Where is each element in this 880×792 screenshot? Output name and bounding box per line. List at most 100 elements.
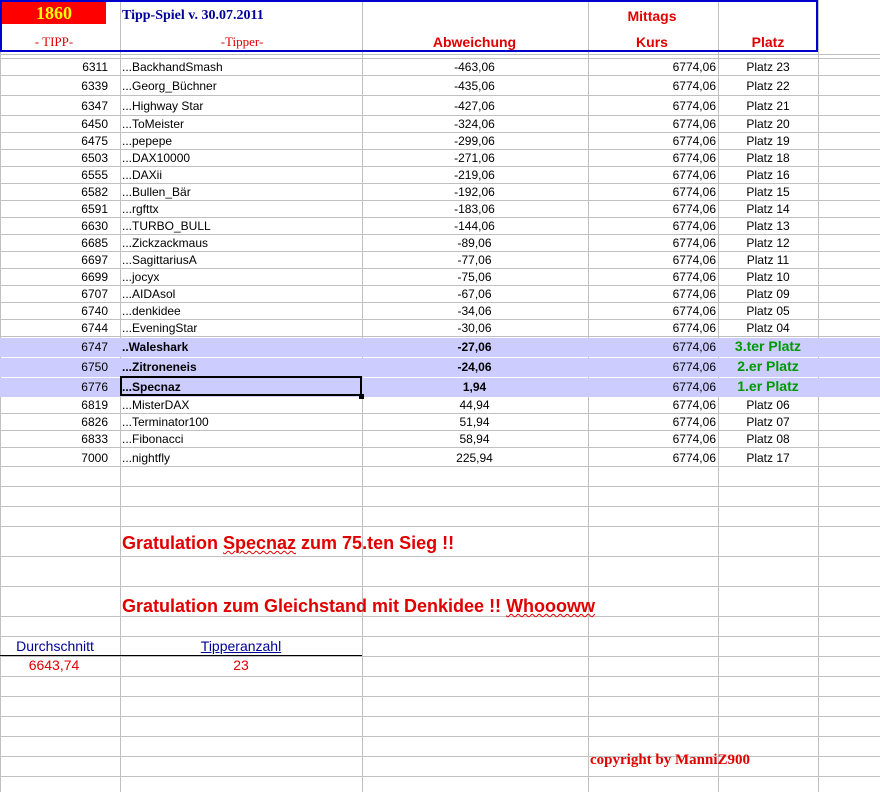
platz-cell[interactable]: 1.er Platz	[718, 378, 818, 394]
tipp-cell[interactable]: 6630	[0, 219, 108, 233]
col-header-tipper[interactable]: -Tipper-	[122, 34, 362, 50]
kurs-cell[interactable]: 6774,06	[588, 99, 716, 113]
tipper-cell[interactable]: ...MisterDAX	[122, 398, 189, 412]
tipp-cell[interactable]: 6347	[0, 99, 108, 113]
kurs-cell[interactable]: 6774,06	[588, 185, 716, 199]
tipper-cell[interactable]: ...Highway Star	[122, 99, 203, 113]
tipp-cell[interactable]: 6744	[0, 321, 108, 335]
tipper-cell[interactable]: ...AIDAsol	[122, 287, 175, 301]
platz-cell[interactable]: Platz 19	[718, 134, 818, 148]
kurs-cell[interactable]: 6774,06	[588, 321, 716, 335]
platz-cell[interactable]: 3.ter Platz	[718, 338, 818, 354]
col-header-abweichung[interactable]: Abweichung	[362, 34, 587, 50]
kurs-cell[interactable]: 6774,06	[588, 360, 716, 374]
tipper-cell[interactable]: ...DAX10000	[122, 151, 190, 165]
tipp-cell[interactable]: 6707	[0, 287, 108, 301]
tipp-cell[interactable]: 6776	[0, 380, 108, 394]
kurs-cell[interactable]: 6774,06	[588, 134, 716, 148]
tipp-cell[interactable]: 7000	[0, 451, 108, 465]
tipp-cell[interactable]: 6740	[0, 304, 108, 318]
abweichung-cell[interactable]: -183,06	[362, 202, 587, 216]
abweichung-cell[interactable]: -271,06	[362, 151, 587, 165]
abweichung-cell[interactable]: -24,06	[362, 360, 587, 374]
kurs-cell[interactable]: 6774,06	[588, 380, 716, 394]
kurs-cell[interactable]: 6774,06	[588, 340, 716, 354]
abweichung-cell[interactable]: 225,94	[362, 451, 587, 465]
table-row[interactable]: 6699 ...jocyx -75,06 6774,06 Platz 10	[0, 268, 880, 285]
congrats-message-1[interactable]: Gratulation Specnaz zum 75.ten Sieg !!	[122, 533, 454, 554]
platz-cell[interactable]: Platz 16	[718, 168, 818, 182]
tipp-cell[interactable]: 6582	[0, 185, 108, 199]
tipper-cell[interactable]: ...nightfly	[122, 451, 170, 465]
tipp-cell[interactable]: 6311	[0, 60, 108, 74]
abweichung-cell[interactable]: 51,94	[362, 415, 587, 429]
tipper-cell[interactable]: ...SagittariusA	[122, 253, 197, 267]
tipper-count-value[interactable]: 23	[122, 657, 360, 673]
kurs-cell[interactable]: 6774,06	[588, 219, 716, 233]
abweichung-cell[interactable]: -144,06	[362, 219, 587, 233]
spreadsheet[interactable]: 1860 Tipp-Spiel v. 30.07.2011 Mittags - …	[0, 0, 880, 792]
sheet-title[interactable]: Tipp-Spiel v. 30.07.2011	[122, 8, 264, 24]
kurs-cell[interactable]: 6774,06	[588, 287, 716, 301]
tipper-cell[interactable]: ...BackhandSmash	[122, 60, 223, 74]
kurs-cell[interactable]: 6774,06	[588, 168, 716, 182]
table-row[interactable]: 6339 ...Georg_Büchner -435,06 6774,06 Platz …	[0, 77, 880, 94]
kurs-cell[interactable]: 6774,06	[588, 117, 716, 131]
tipp-cell[interactable]: 6685	[0, 236, 108, 250]
average-label[interactable]: Durchschnitt	[0, 638, 110, 654]
table-row[interactable]: 6347 ...Highway Star -427,06 6774,06 Platz 2…	[0, 97, 880, 114]
copyright-note[interactable]: copyright by ManniZ900	[590, 752, 750, 769]
abweichung-cell[interactable]: -30,06	[362, 321, 587, 335]
tipper-cell[interactable]: ...EveningStar	[122, 321, 197, 335]
kurs-cell[interactable]: 6774,06	[588, 451, 716, 465]
tipp-cell[interactable]: 6819	[0, 398, 108, 412]
kurs-cell[interactable]: 6774,06	[588, 79, 716, 93]
table-row[interactable]: 6450 ...ToMeister -324,06 6774,06 Platz 20	[0, 115, 880, 132]
platz-cell[interactable]: Platz 09	[718, 287, 818, 301]
platz-cell[interactable]: Platz 10	[718, 270, 818, 284]
tipper-cell[interactable]: ...rgfttx	[122, 202, 159, 216]
abweichung-cell[interactable]: -75,06	[362, 270, 587, 284]
abweichung-cell[interactable]: -463,06	[362, 60, 587, 74]
fill-handle[interactable]	[359, 394, 364, 399]
kurs-cell[interactable]: 6774,06	[588, 304, 716, 318]
table-row[interactable]: 7000 ...nightfly 225,94 6774,06 Platz 17	[0, 449, 880, 466]
table-row[interactable]: 6503 ...DAX10000 -271,06 6774,06 Platz 18	[0, 149, 880, 166]
tipper-cell[interactable]: ...ToMeister	[122, 117, 184, 131]
tipper-cell[interactable]: ...Zitroneneis	[122, 360, 197, 374]
kurs-cell[interactable]: 6774,06	[588, 270, 716, 284]
table-row[interactable]: 6630 ...TURBO_BULL -144,06 6774,06 Platz 13	[0, 217, 880, 234]
tipp-cell[interactable]: 6699	[0, 270, 108, 284]
tipp-cell[interactable]: 6339	[0, 79, 108, 93]
tipper-cell[interactable]: ...DAXii	[122, 168, 162, 182]
tipper-cell[interactable]: ...jocyx	[122, 270, 159, 284]
abweichung-cell[interactable]: 1,94	[362, 380, 587, 394]
kurs-cell[interactable]: 6774,06	[588, 432, 716, 446]
tipper-cell[interactable]: ..Waleshark	[122, 340, 188, 354]
abweichung-cell[interactable]: 58,94	[362, 432, 587, 446]
abweichung-cell[interactable]: -27,06	[362, 340, 587, 354]
tipper-cell[interactable]: ...Terminator100	[122, 415, 209, 429]
tipper-cell[interactable]: ...TURBO_BULL	[122, 219, 211, 233]
tipper-cell[interactable]: ...Bullen_Bär	[122, 185, 191, 199]
platz-cell[interactable]: Platz 15	[718, 185, 818, 199]
table-row[interactable]: 6833 ...Fibonacci 58,94 6774,06 Platz 08	[0, 430, 880, 447]
col-header-platz[interactable]: Platz	[718, 34, 818, 50]
platz-cell[interactable]: Platz 17	[718, 451, 818, 465]
col-header-kurs[interactable]: Kurs	[588, 34, 716, 50]
table-row[interactable]: 6685 ...Zickzackmaus -89,06 6774,06 Platz 12	[0, 234, 880, 251]
tipp-cell[interactable]: 6591	[0, 202, 108, 216]
tipper-count-label[interactable]: Tipperanzahl	[122, 638, 360, 654]
tipper-cell[interactable]: ...denkidee	[122, 304, 181, 318]
platz-cell[interactable]: Platz 11	[718, 253, 818, 267]
abweichung-cell[interactable]: -89,06	[362, 236, 587, 250]
tipp-cell[interactable]: 6450	[0, 117, 108, 131]
abweichung-cell[interactable]: -324,06	[362, 117, 587, 131]
selected-cell[interactable]	[120, 376, 362, 396]
abweichung-cell[interactable]: -435,06	[362, 79, 587, 93]
platz-cell[interactable]: Platz 05	[718, 304, 818, 318]
tipp-cell[interactable]: 6503	[0, 151, 108, 165]
average-value[interactable]: 6643,74	[0, 657, 108, 673]
kurs-cell[interactable]: 6774,06	[588, 151, 716, 165]
club-cell[interactable]: 1860	[2, 2, 106, 24]
